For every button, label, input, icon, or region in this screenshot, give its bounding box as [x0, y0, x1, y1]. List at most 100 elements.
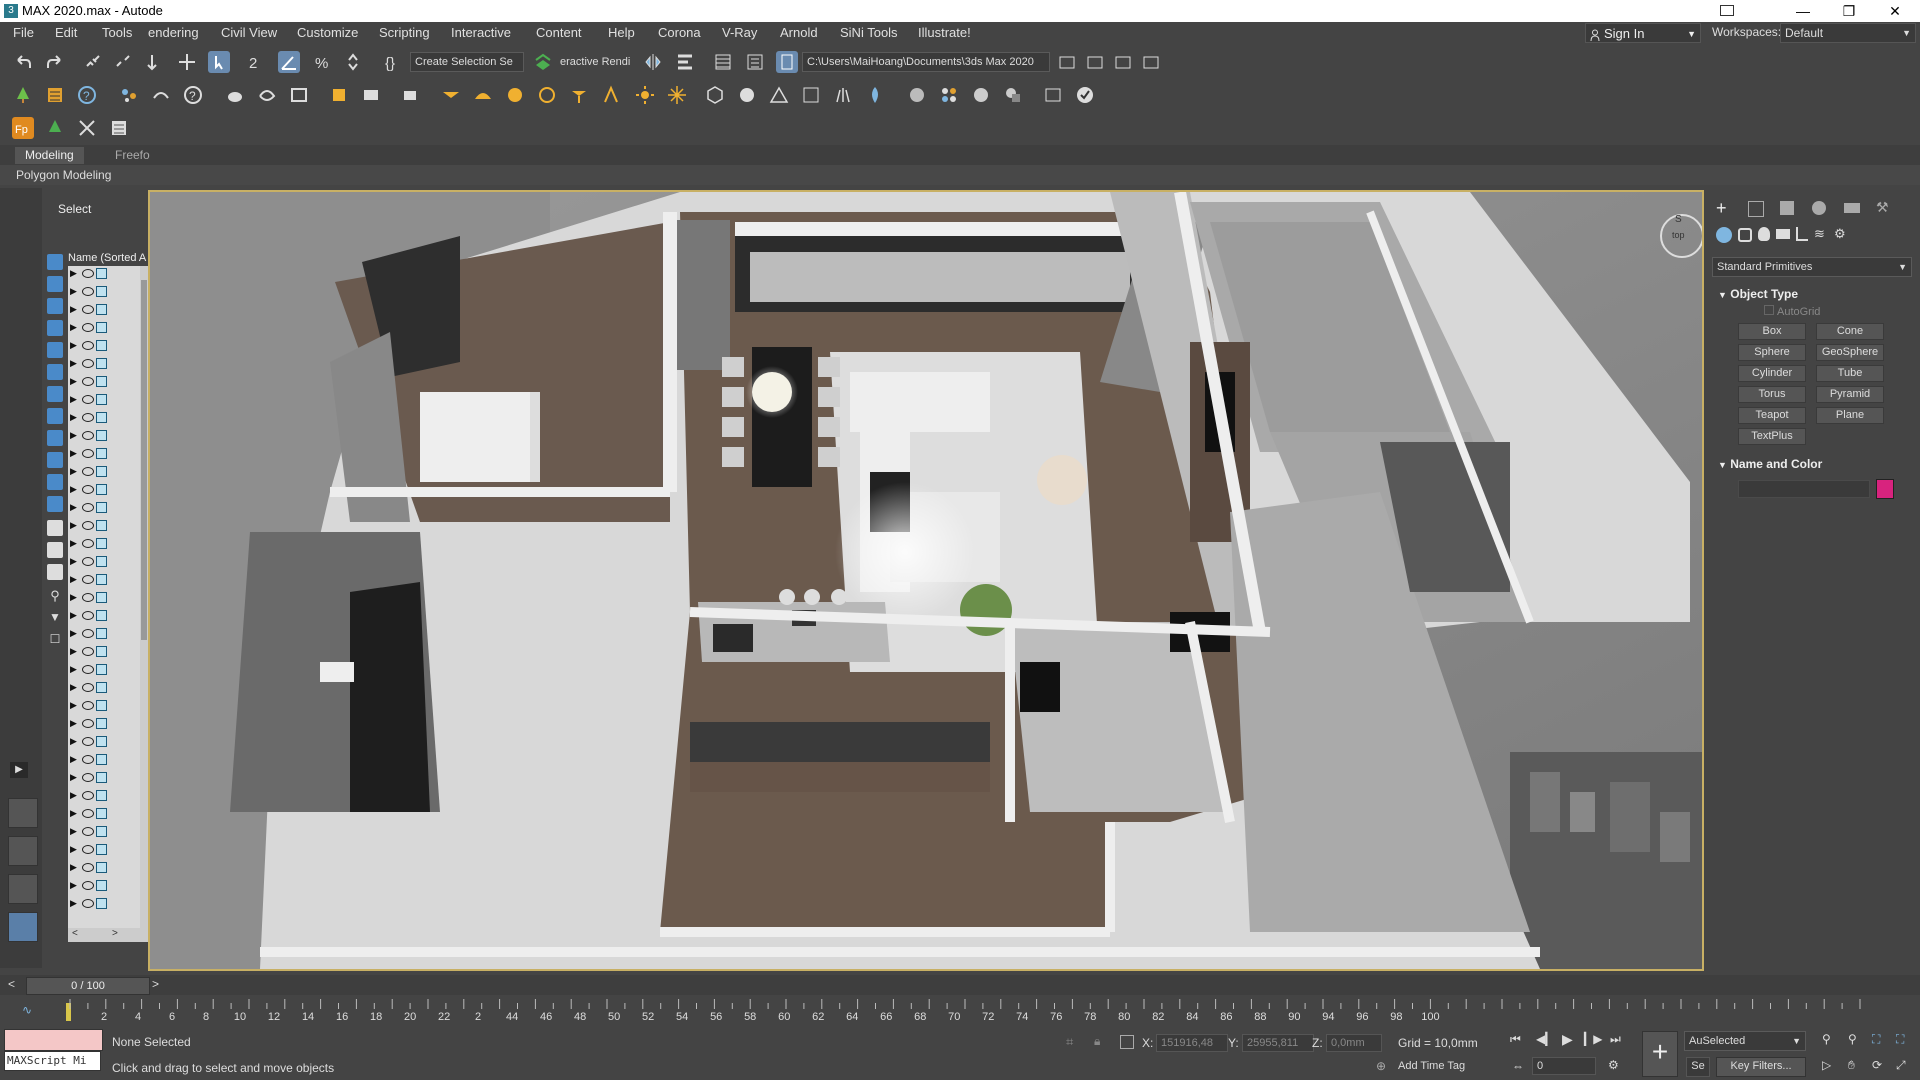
- render-toggle-icon[interactable]: [96, 466, 107, 477]
- expand-arrow-icon[interactable]: ▶: [70, 808, 77, 819]
- visibility-eye-icon[interactable]: [82, 305, 94, 314]
- render-toggle-icon[interactable]: [96, 790, 107, 801]
- autogrid-checkbox[interactable]: AutoGrid: [1764, 305, 1820, 318]
- unlink-icon[interactable]: [112, 51, 134, 73]
- lock-icon[interactable]: 🔒︎: [1094, 1034, 1106, 1050]
- render-toggle-icon[interactable]: [96, 826, 107, 837]
- explorer-row[interactable]: ▶: [68, 752, 140, 770]
- mirror-icon[interactable]: [642, 51, 664, 73]
- render-toggle-icon[interactable]: [96, 610, 107, 621]
- explorer-row[interactable]: ▶: [68, 644, 140, 662]
- explorer-row[interactable]: ▶: [68, 590, 140, 608]
- scroll-left-icon[interactable]: <: [72, 928, 78, 939]
- snap-toggle-icon[interactable]: 2: [246, 51, 268, 73]
- render-toggle-icon[interactable]: [96, 664, 107, 675]
- polygon-modeling-panel[interactable]: Polygon Modeling: [16, 168, 111, 182]
- filter-geometry-icon[interactable]: [47, 254, 63, 270]
- visibility-eye-icon[interactable]: [82, 629, 94, 638]
- zoom-extents-icon[interactable]: ⛶: [1872, 1032, 1880, 1047]
- percent-snap-icon[interactable]: %: [312, 51, 334, 73]
- render-toggle-icon[interactable]: [96, 484, 107, 495]
- textplus-button[interactable]: TextPlus: [1738, 428, 1806, 445]
- render-setup-icon[interactable]: [256, 84, 278, 106]
- render-toggle-icon[interactable]: [96, 412, 107, 423]
- bind-spacewarp-icon[interactable]: [144, 51, 166, 73]
- visibility-eye-icon[interactable]: [82, 809, 94, 818]
- explorer-select-tab[interactable]: Select: [58, 202, 91, 216]
- visibility-eye-icon[interactable]: [82, 413, 94, 422]
- explorer-row[interactable]: ▶: [68, 266, 140, 284]
- explorer-row[interactable]: ▶: [68, 842, 140, 860]
- expand-arrow-icon[interactable]: ▶: [70, 664, 77, 675]
- key-mode-dropdown[interactable]: AuSelected ▼: [1684, 1031, 1806, 1051]
- scroll-thumb[interactable]: [141, 280, 147, 640]
- explorer-row[interactable]: ▶: [68, 482, 140, 500]
- render-toggle-icon[interactable]: [96, 340, 107, 351]
- visibility-eye-icon[interactable]: [82, 557, 94, 566]
- cone-button[interactable]: Cone: [1816, 323, 1884, 340]
- visibility-eye-icon[interactable]: [82, 269, 94, 278]
- explorer-row[interactable]: ▶: [68, 356, 140, 374]
- play-icon[interactable]: ▶: [1562, 1031, 1573, 1048]
- expand-arrow-icon[interactable]: ▶: [70, 844, 77, 855]
- visibility-eye-icon[interactable]: [82, 773, 94, 782]
- layer-manager-icon[interactable]: [44, 84, 66, 106]
- layout-tab-1[interactable]: [8, 798, 38, 828]
- explorer-row[interactable]: ▶: [68, 428, 140, 446]
- vray-spot-icon[interactable]: [568, 84, 590, 106]
- explorer-row[interactable]: ▶: [68, 374, 140, 392]
- expand-arrow-icon[interactable]: ▶: [70, 376, 77, 387]
- corona-scatter-icon[interactable]: [118, 84, 140, 106]
- add-time-tag-icon[interactable]: ⊕: [1376, 1059, 1390, 1073]
- geometry-icon[interactable]: [1716, 227, 1732, 243]
- vray-sphere-icon[interactable]: [736, 84, 758, 106]
- vray-proxy-icon[interactable]: [704, 84, 726, 106]
- menu-customize[interactable]: Customize: [297, 25, 358, 40]
- vray-check-icon[interactable]: [1074, 84, 1096, 106]
- restore-button[interactable]: ❐: [1826, 0, 1872, 22]
- vray-fire-icon[interactable]: [864, 84, 886, 106]
- cameras-icon[interactable]: [1776, 229, 1790, 239]
- render-toggle-icon[interactable]: [96, 880, 107, 891]
- list-icon[interactable]: [108, 117, 130, 139]
- visibility-eye-icon[interactable]: [82, 521, 94, 530]
- view-cube[interactable]: S top: [1660, 214, 1702, 258]
- vray-dome-light-icon[interactable]: [472, 84, 494, 106]
- explorer-row[interactable]: ▶: [68, 320, 140, 338]
- explorer-row[interactable]: ▶: [68, 770, 140, 788]
- explorer-row[interactable]: ▶: [68, 500, 140, 518]
- render-toggle-icon[interactable]: [96, 376, 107, 387]
- geosphere-button[interactable]: GeoSphere: [1816, 344, 1884, 361]
- visibility-eye-icon[interactable]: [82, 503, 94, 512]
- y-coordinate-field[interactable]: 25955,811: [1242, 1034, 1314, 1052]
- expand-arrow-icon[interactable]: ▶: [70, 592, 77, 603]
- tab-modeling[interactable]: Modeling: [15, 147, 84, 164]
- explorer-row[interactable]: ▶: [68, 410, 140, 428]
- explorer-header[interactable]: Name (Sorted A: [68, 250, 148, 266]
- visibility-eye-icon[interactable]: [82, 845, 94, 854]
- vray-fur-icon[interactable]: [800, 84, 822, 106]
- project-path-dropdown[interactable]: C:\Users\MaiHoang\Documents\3ds Max 2020: [802, 52, 1050, 72]
- vray-light-icon[interactable]: [328, 84, 350, 106]
- close-button[interactable]: ✕: [1872, 0, 1918, 22]
- render-toggle-icon[interactable]: [96, 592, 107, 603]
- undo-icon[interactable]: [12, 51, 34, 73]
- render-toggle-icon[interactable]: [96, 394, 107, 405]
- explorer-row[interactable]: ▶: [68, 554, 140, 572]
- expand-arrow-icon[interactable]: ▶: [70, 700, 77, 711]
- explorer-row[interactable]: ▶: [68, 680, 140, 698]
- visibility-eye-icon[interactable]: [82, 359, 94, 368]
- material-sphere-icon[interactable]: [906, 84, 928, 106]
- display-tab-icon[interactable]: [1844, 203, 1860, 213]
- maxscript-listener-input[interactable]: MAXScript Mi: [4, 1051, 101, 1071]
- visibility-eye-icon[interactable]: [82, 737, 94, 746]
- render-toggle-icon[interactable]: [96, 718, 107, 729]
- render-toggle-icon[interactable]: [96, 358, 107, 369]
- render-toggle-icon[interactable]: [96, 754, 107, 765]
- explorer-row[interactable]: ▶: [68, 338, 140, 356]
- visibility-eye-icon[interactable]: [82, 449, 94, 458]
- forest-icon[interactable]: [12, 84, 34, 106]
- explorer-row[interactable]: ▶: [68, 536, 140, 554]
- motion-tab-icon[interactable]: [1812, 201, 1826, 215]
- systems-icon[interactable]: ⚙: [1834, 227, 1848, 241]
